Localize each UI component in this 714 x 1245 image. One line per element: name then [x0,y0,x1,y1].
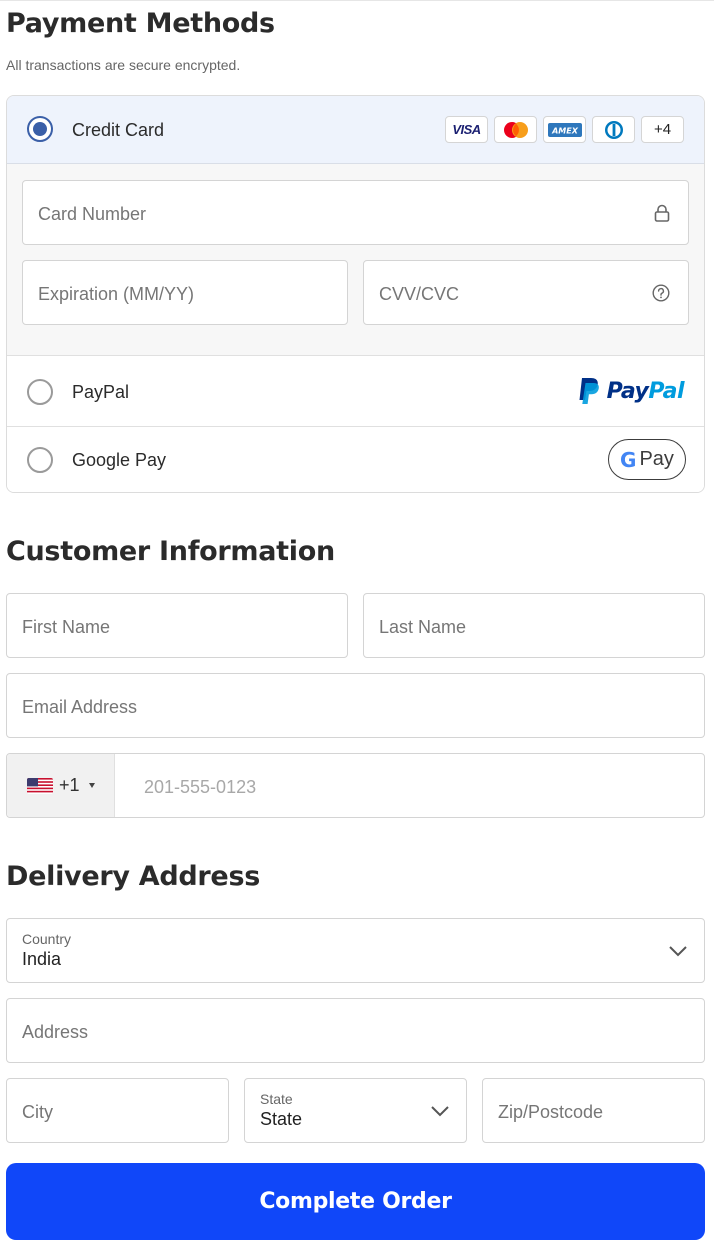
visa-logo: VISA [445,116,488,143]
paypal-radio[interactable] [27,379,53,405]
google-pay-label: Google Pay [72,450,167,470]
lock-icon [654,204,670,222]
paypal-label: PayPal [72,382,130,402]
country-value: India [22,949,62,969]
payment-subtitle: All transactions are secure encrypted. [6,57,241,73]
first-name-placeholder: First Name [22,617,111,637]
city-field[interactable]: City [6,1078,229,1143]
first-name-field[interactable]: First Name [6,593,348,658]
delivery-address-heading: Delivery Address [6,861,260,892]
mastercard-logo [494,116,537,143]
google-pay-logo: G Pay [608,439,686,480]
paypal-logo-text-pay: Pay [606,378,649,404]
credit-card-radio[interactable] [27,116,53,142]
phone-country-selector[interactable]: +1 [7,754,115,817]
state-value: State [260,1109,303,1129]
customer-information-heading: Customer Information [6,536,335,567]
chevron-down-icon [669,946,687,957]
last-name-field[interactable]: Last Name [363,593,705,658]
city-placeholder: City [22,1102,53,1122]
chevron-down-icon [431,1106,449,1117]
svg-text:AMEX: AMEX [551,126,579,135]
help-icon[interactable] [652,284,670,302]
caret-down-icon [89,783,95,788]
google-pay-radio[interactable] [27,447,53,473]
email-placeholder: Email Address [22,697,138,717]
complete-order-button[interactable]: Complete Order [6,1163,705,1240]
payment-methods-heading: Payment Methods [6,8,275,39]
payment-methods-panel: Credit Card VISA AMEX +4 Card Number Exp… [6,95,705,493]
country-select[interactable]: Country India [6,918,705,983]
expiration-placeholder: Expiration (MM/YY) [38,284,195,304]
more-cards-badge: +4 [641,116,684,143]
expiration-field[interactable]: Expiration (MM/YY) [22,260,348,325]
us-flag-icon [27,778,53,794]
credit-card-option[interactable]: Credit Card VISA AMEX +4 [7,96,704,164]
email-field[interactable]: Email Address [6,673,705,738]
zip-placeholder: Zip/Postcode [498,1102,604,1122]
phone-placeholder: 201-555-0123 [144,777,257,797]
paypal-option[interactable]: PayPal PayPal [7,356,704,427]
card-number-field[interactable]: Card Number [22,180,689,245]
paypal-logo: PayPal [577,376,684,406]
card-logos: VISA AMEX +4 [445,116,684,143]
card-number-placeholder: Card Number [38,204,147,224]
paypal-p-icon [579,378,599,404]
zip-field[interactable]: Zip/Postcode [482,1078,705,1143]
top-divider [0,0,714,1]
diners-club-logo [592,116,635,143]
google-pay-logo-text: Pay [639,448,674,470]
credit-card-label: Credit Card [72,120,165,140]
address-placeholder: Address [22,1022,89,1042]
last-name-placeholder: Last Name [379,617,467,637]
cvv-placeholder: CVV/CVC [379,284,460,304]
google-g-icon: G [620,447,637,472]
address-field[interactable]: Address [6,998,705,1063]
paypal-logo-text-pal: Pal [648,378,684,404]
phone-dial-code: +1 [59,775,80,795]
phone-field[interactable]: +1 201-555-0123 [6,753,705,818]
country-label: Country [22,931,72,947]
amex-logo: AMEX [543,116,586,143]
cvv-field[interactable]: CVV/CVC [363,260,689,325]
state-select[interactable]: State State [244,1078,467,1143]
state-label: State [260,1091,293,1107]
credit-card-form: Card Number Expiration (MM/YY) CVV/CVC [7,164,704,356]
google-pay-option[interactable]: Google Pay G Pay [7,427,704,492]
